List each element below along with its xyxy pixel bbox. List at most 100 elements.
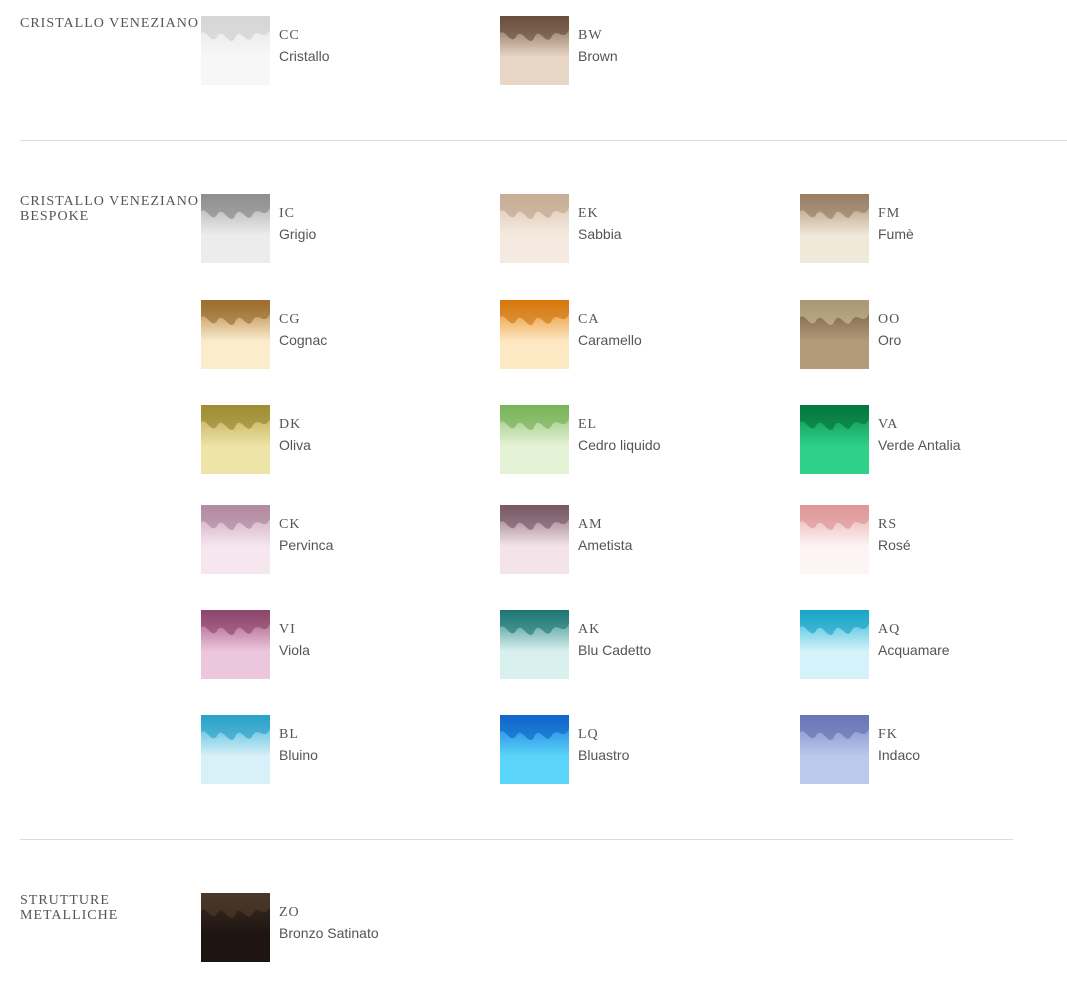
finish-swatch[interactable] [201, 194, 270, 263]
finish-option-ic[interactable]: IC Grigio [201, 194, 481, 264]
finish-option-bl[interactable]: BL Bluino [201, 715, 481, 785]
finish-code: FK [878, 727, 898, 742]
finish-swatch[interactable] [201, 405, 270, 474]
finish-name: Acquamare [878, 642, 950, 658]
section-divider [20, 140, 1067, 141]
finish-option-fm[interactable]: FM Fumè [800, 194, 1067, 264]
glass-texture-graphic [800, 715, 869, 741]
finish-swatch[interactable] [500, 610, 569, 679]
finish-option-cc[interactable]: CC Cristallo [201, 16, 481, 86]
finish-code: AQ [878, 622, 901, 637]
section-title: CRISTALLO VENEZIANO BESPOKE [20, 194, 199, 224]
finish-name: Bluastro [578, 747, 630, 763]
glass-texture-graphic [201, 16, 270, 42]
finish-option-zo[interactable]: ZO Bronzo Satinato [201, 893, 481, 963]
glass-texture-graphic [800, 405, 869, 431]
glass-texture-graphic [500, 16, 569, 42]
finish-option-dk[interactable]: DK Oliva [201, 405, 481, 475]
glass-texture-graphic [800, 610, 869, 636]
finish-code: ZO [279, 905, 300, 920]
finish-swatch[interactable] [500, 505, 569, 574]
finish-option-vi[interactable]: VI Viola [201, 610, 481, 680]
finish-option-el[interactable]: EL Cedro liquido [500, 405, 780, 475]
finish-swatch[interactable] [500, 300, 569, 369]
finish-code: CK [279, 517, 301, 532]
glass-texture-graphic [500, 715, 569, 741]
finish-swatch[interactable] [800, 505, 869, 574]
finish-option-aq[interactable]: AQ Acquamare [800, 610, 1067, 680]
glass-texture-graphic [201, 610, 270, 636]
finish-swatch[interactable] [201, 893, 270, 962]
finish-name: Brown [578, 48, 618, 64]
finish-name: Rosé [878, 537, 911, 553]
finish-name: Ametista [578, 537, 633, 553]
finish-option-ak[interactable]: AK Blu Cadetto [500, 610, 780, 680]
finish-code: VA [878, 417, 899, 432]
glass-texture-graphic [500, 300, 569, 326]
finish-option-ca[interactable]: CA Caramello [500, 300, 780, 370]
finish-code: CA [578, 312, 600, 327]
finish-swatch[interactable] [201, 300, 270, 369]
finish-name: Bluino [279, 747, 318, 763]
glass-texture-graphic [201, 505, 270, 531]
finish-name: Grigio [279, 226, 317, 242]
finish-code: IC [279, 206, 295, 221]
finish-option-ck[interactable]: CK Pervinca [201, 505, 481, 575]
finish-option-rs[interactable]: RS Rosé [800, 505, 1067, 575]
finish-code: EL [578, 417, 598, 432]
finish-option-va[interactable]: VA Verde Antalia [800, 405, 1067, 475]
finish-name: Indaco [878, 747, 921, 763]
finish-name: Fumè [878, 226, 914, 242]
glass-texture-graphic [201, 715, 270, 741]
glass-texture-graphic [800, 505, 869, 531]
section-title: CRISTALLO VENEZIANO [20, 16, 199, 31]
finish-swatch[interactable] [201, 715, 270, 784]
finish-name: Caramello [578, 332, 642, 348]
finish-code: VI [279, 622, 296, 637]
finish-code: AK [578, 622, 601, 637]
finish-name: Sabbia [578, 226, 622, 242]
finish-name: Cognac [279, 332, 328, 348]
finish-swatch[interactable] [500, 405, 569, 474]
glass-texture-graphic [201, 405, 270, 431]
finish-code: CG [279, 312, 301, 327]
finish-option-cg[interactable]: CG Cognac [201, 300, 481, 370]
glass-texture-graphic [500, 505, 569, 531]
finish-code: FM [878, 206, 901, 221]
finish-swatch[interactable] [201, 16, 270, 85]
glass-texture-graphic [201, 300, 270, 326]
finish-name: Cristallo [279, 48, 330, 64]
finish-swatch[interactable] [201, 610, 270, 679]
glass-texture-graphic [201, 194, 270, 220]
finish-swatch[interactable] [800, 610, 869, 679]
finish-swatch[interactable] [500, 715, 569, 784]
finish-name: Verde Antalia [878, 437, 961, 453]
glass-texture-graphic [500, 610, 569, 636]
finish-option-lq[interactable]: LQ Bluastro [500, 715, 780, 785]
finish-code: LQ [578, 727, 599, 742]
finish-swatch[interactable] [800, 194, 869, 263]
finish-code: BW [578, 28, 603, 43]
section-divider [20, 839, 1013, 840]
finish-swatch[interactable] [500, 16, 569, 85]
finish-code: RS [878, 517, 898, 532]
glass-texture-graphic [201, 893, 270, 919]
finish-option-am[interactable]: AM Ametista [500, 505, 780, 575]
finish-swatch[interactable] [201, 505, 270, 574]
finish-swatch[interactable] [800, 405, 869, 474]
finish-swatch[interactable] [500, 194, 569, 263]
finish-name: Pervinca [279, 537, 334, 553]
finish-code: EK [578, 206, 599, 221]
finish-option-fk[interactable]: FK Indaco [800, 715, 1067, 785]
finish-name: Viola [279, 642, 310, 658]
finish-name: Cedro liquido [578, 437, 661, 453]
finish-swatch[interactable] [800, 715, 869, 784]
finish-code: DK [279, 417, 302, 432]
finish-name: Oro [878, 332, 902, 348]
finish-swatch[interactable] [800, 300, 869, 369]
finish-option-ek[interactable]: EK Sabbia [500, 194, 780, 264]
finish-option-bw[interactable]: BW Brown [500, 16, 780, 86]
finish-option-oo[interactable]: OO Oro [800, 300, 1067, 370]
finish-name: Bronzo Satinato [279, 925, 379, 941]
section-title: STRUTTURE METALLICHE [20, 893, 119, 923]
